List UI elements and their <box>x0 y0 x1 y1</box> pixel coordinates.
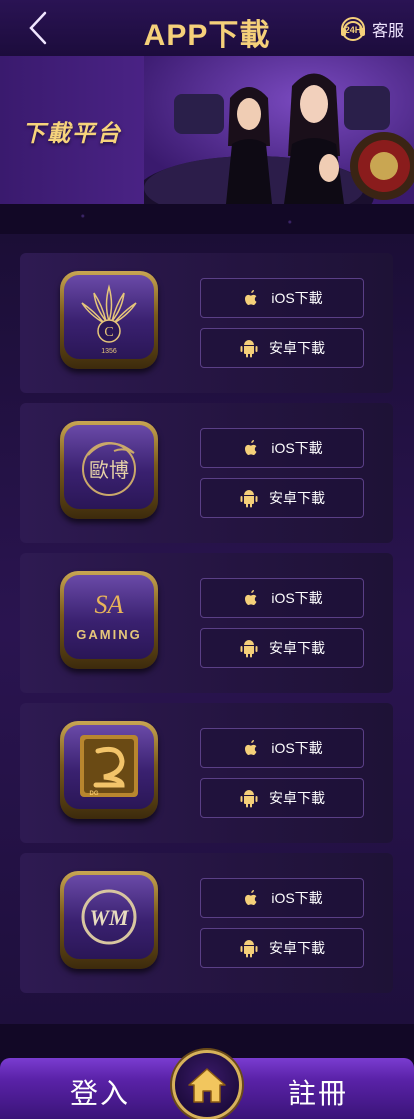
android-download-button[interactable]: 安卓下載 <box>200 778 364 818</box>
apple-icon <box>245 890 257 905</box>
logo-text: GAMING <box>76 627 141 642</box>
android-download-button[interactable]: 安卓下載 <box>200 328 364 368</box>
android-download-label: 安卓下載 <box>269 790 325 806</box>
android-download-button[interactable]: 安卓下載 <box>200 928 364 968</box>
android-download-label: 安卓下載 <box>269 490 325 506</box>
apple-icon <box>245 740 257 755</box>
ios-download-label: iOS下載 <box>271 290 323 306</box>
casino-dealers-illustration <box>144 56 414 204</box>
service-badge: 24H <box>345 25 362 35</box>
platform-logo[interactable]: 歐博 <box>60 421 158 519</box>
android-download-button[interactable]: 安卓下載 <box>200 478 364 518</box>
apple-icon <box>245 290 257 305</box>
home-icon <box>188 1068 226 1103</box>
platform-card: 歐博 iOS下載 安卓下載 <box>20 403 393 543</box>
download-banner: 下載平台 <box>0 56 414 204</box>
logo-text: DG <box>90 791 99 797</box>
android-icon <box>240 940 258 958</box>
ios-download-button[interactable]: iOS下載 <box>200 878 364 918</box>
c1356-logo-icon: C 1356 <box>81 284 137 355</box>
home-button[interactable] <box>172 1050 242 1119</box>
platform-card: SA GAMING iOS下載 安卓下載 <box>20 553 393 693</box>
customer-service-button[interactable]: 24H 客服 <box>338 14 404 44</box>
android-icon <box>240 490 258 508</box>
service-label: 客服 <box>371 23 404 40</box>
headset-24h-icon: 24H <box>340 17 365 41</box>
android-icon <box>240 790 258 808</box>
login-tab[interactable]: 登入 <box>70 1072 130 1112</box>
platform-logo[interactable]: DG <box>60 721 158 819</box>
svg-text:SA: SA <box>95 590 124 619</box>
ios-download-label: iOS下載 <box>271 440 323 456</box>
platform-card: WM iOS下載 安卓下載 <box>20 853 393 993</box>
android-download-button[interactable]: 安卓下載 <box>200 628 364 668</box>
register-tab[interactable]: 註冊 <box>288 1072 348 1112</box>
dg-logo-icon: DG <box>80 735 138 797</box>
android-download-label: 安卓下載 <box>269 940 325 956</box>
apple-icon <box>245 590 257 605</box>
platform-logo[interactable]: SA GAMING <box>60 571 158 669</box>
platform-card: DG iOS下載 安卓下載 <box>20 703 393 843</box>
ios-download-button[interactable]: iOS下載 <box>200 428 364 468</box>
ios-download-button[interactable]: iOS下載 <box>200 278 364 318</box>
platform-logo[interactable]: WM <box>60 871 158 969</box>
ios-download-label: iOS下載 <box>271 590 323 606</box>
android-download-label: 安卓下載 <box>269 640 325 656</box>
ou-bo-logo-icon: 歐博 <box>82 442 136 496</box>
wm-logo-icon: WM <box>81 889 137 945</box>
platform-card: C 1356 iOS下載 安卓下載 <box>20 253 393 393</box>
ios-download-button[interactable]: iOS下載 <box>200 578 364 618</box>
platform-logo[interactable]: C 1356 <box>60 271 158 369</box>
ios-download-label: iOS下載 <box>271 890 323 906</box>
logo-text: 歐博 <box>89 458 129 482</box>
ios-download-button[interactable]: iOS下載 <box>200 728 364 768</box>
ios-download-label: iOS下載 <box>271 740 323 756</box>
apple-icon <box>245 440 257 455</box>
banner-divider <box>0 204 414 234</box>
header-bar: APP下載 24H 客服 <box>0 0 414 56</box>
logo-text: WM <box>89 905 130 930</box>
sa-gaming-logo-icon: SA GAMING <box>76 590 141 642</box>
android-download-label: 安卓下載 <box>269 340 325 356</box>
logo-text: 1356 <box>101 348 117 355</box>
banner-title: 下載平台 <box>22 120 122 146</box>
android-icon <box>240 640 258 658</box>
android-icon <box>240 340 258 358</box>
svg-text:C: C <box>104 325 113 340</box>
